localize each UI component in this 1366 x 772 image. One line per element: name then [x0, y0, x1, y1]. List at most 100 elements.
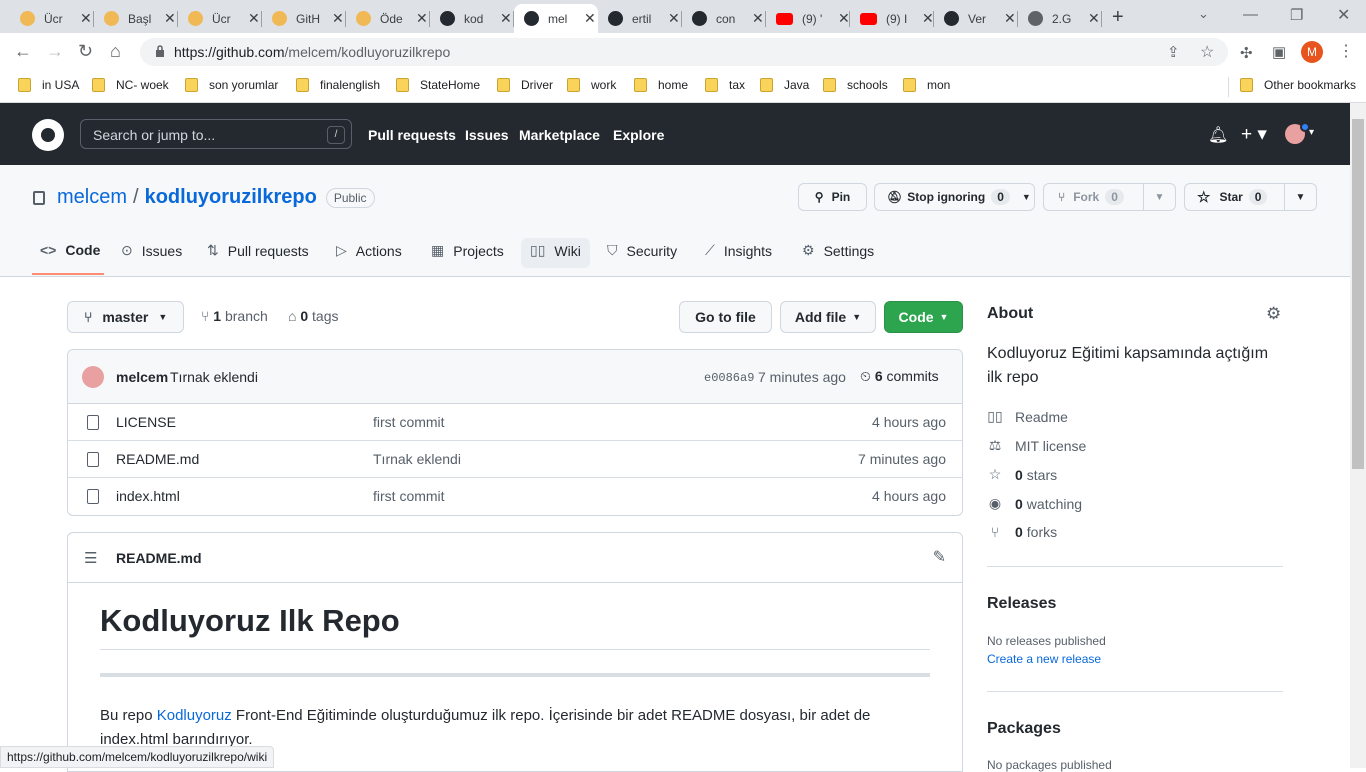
watch-button[interactable]: 🔕︎ Stop ignoring 0 ▼ — [874, 183, 1035, 211]
close-tab-icon[interactable]: ✕ — [1088, 10, 1100, 27]
avatar-caret-icon[interactable]: ▾ — [1309, 127, 1314, 138]
tab-code[interactable]: <> Code — [40, 242, 100, 258]
bookmark-item[interactable]: tax — [705, 78, 745, 92]
close-tab-icon[interactable]: ✕ — [1004, 10, 1016, 27]
forks-link[interactable]: ⑂ 0 forks — [987, 524, 1057, 540]
readme-link[interactable]: ▯▯ Readme — [987, 408, 1068, 425]
github-logo-icon[interactable] — [32, 119, 64, 151]
extensions-icon[interactable]: ✣ — [1240, 44, 1253, 62]
list-icon[interactable]: ☰ — [84, 549, 97, 567]
tab-security[interactable]: ⛉ Security — [607, 242, 677, 259]
browser-tab[interactable]: con ✕ — [682, 4, 766, 33]
browser-tab[interactable]: kod ✕ — [430, 4, 514, 33]
address-bar[interactable]: https://github.com/melcem/kodluyoruzilkr… — [140, 38, 1228, 66]
forward-icon[interactable]: → — [46, 41, 64, 62]
pin-button[interactable]: ⚲ Pin — [798, 183, 867, 211]
browser-menu-icon[interactable]: ⋮ — [1338, 41, 1354, 61]
back-icon[interactable]: ← — [14, 41, 32, 62]
close-tab-icon[interactable]: ✕ — [922, 10, 934, 27]
file-name[interactable]: README.md — [116, 451, 199, 467]
other-bookmarks[interactable]: Other bookmarks — [1240, 78, 1356, 92]
restore-icon[interactable]: ❐ — [1290, 6, 1303, 24]
star-dropdown[interactable]: ▼ — [1284, 184, 1316, 210]
go-to-file-button[interactable]: Go to file — [679, 301, 772, 333]
profile-avatar[interactable]: M — [1301, 41, 1323, 63]
tab-projects[interactable]: ▦ Projects — [431, 242, 504, 259]
close-tab-icon[interactable]: ✕ — [332, 10, 344, 27]
bookmark-item[interactable]: mon — [903, 78, 950, 92]
browser-tab[interactable]: Başl ✕ — [94, 4, 178, 33]
author-avatar[interactable] — [82, 366, 104, 388]
file-name[interactable]: LICENSE — [116, 414, 176, 430]
nav-marketplace[interactable]: Marketplace — [519, 127, 600, 143]
packages-title[interactable]: Packages — [987, 720, 1061, 738]
create-release-link[interactable]: Create a new release — [987, 652, 1101, 666]
browser-tab[interactable]: Ver ✕ — [934, 4, 1018, 33]
gear-icon[interactable]: ⚙ — [1266, 304, 1281, 324]
scrollbar-thumb[interactable] — [1352, 119, 1364, 469]
home-icon[interactable]: ⌂ — [110, 41, 121, 62]
browser-tab[interactable]: Öde ✕ — [346, 4, 430, 33]
close-tab-icon[interactable]: ✕ — [248, 10, 260, 27]
bookmark-item[interactable]: Java — [760, 78, 809, 92]
browser-tab[interactable]: GitH ✕ — [262, 4, 346, 33]
browser-tab[interactable]: Ücr ✕ — [10, 4, 94, 33]
bookmark-item[interactable]: in USA — [18, 78, 79, 92]
share-icon[interactable]: ⇪ — [1167, 43, 1180, 61]
browser-tab[interactable]: mel ✕ — [514, 4, 598, 33]
tags-link[interactable]: ⌂ 0 tags — [288, 308, 339, 324]
tab-pull-requests[interactable]: ⇅ Pull requests — [207, 242, 309, 259]
close-tab-icon[interactable]: ✕ — [80, 10, 92, 27]
file-commit-message[interactable]: Tırnak eklendi — [373, 451, 461, 467]
browser-tab[interactable]: Ücr ✕ — [178, 4, 262, 33]
close-tab-icon[interactable]: ✕ — [500, 10, 512, 27]
tab-wiki[interactable]: ▯▯ Wiki — [530, 242, 581, 259]
new-tab-icon[interactable]: + — [1112, 6, 1124, 29]
nav-explore[interactable]: Explore — [613, 127, 664, 143]
tab-actions[interactable]: ▷ Actions — [336, 242, 402, 259]
fork-button[interactable]: ⑂ Fork 0 ▼ — [1043, 183, 1176, 211]
commits-link[interactable]: ⏲ 6 commits — [860, 368, 939, 385]
browser-tab[interactable]: 2.G ✕ — [1018, 4, 1102, 33]
bookmark-item[interactable]: NC- woek — [92, 78, 169, 92]
branch-select-button[interactable]: ⑂ master ▼ — [67, 301, 184, 333]
bell-icon[interactable]: 🔔︎ — [1208, 125, 1228, 145]
bookmark-item[interactable]: home — [634, 78, 688, 92]
scrollbar[interactable] — [1350, 103, 1366, 768]
reload-icon[interactable]: ↻ — [78, 41, 93, 62]
branches-link[interactable]: ⑂ 1 branch — [201, 308, 268, 324]
close-tab-icon[interactable]: ✕ — [164, 10, 176, 27]
bookmark-item[interactable]: StateHome — [396, 78, 480, 92]
file-commit-message[interactable]: first commit — [373, 488, 445, 504]
fork-dropdown[interactable]: ▼ — [1143, 184, 1175, 210]
nav-pull-requests[interactable]: Pull requests — [368, 127, 456, 143]
releases-title[interactable]: Releases — [987, 595, 1056, 613]
commit-message[interactable]: Tırnak eklendi — [170, 369, 258, 385]
browser-tab[interactable]: ertil ✕ — [598, 4, 682, 33]
file-name[interactable]: index.html — [116, 488, 180, 504]
close-window-icon[interactable]: ✕ — [1337, 5, 1350, 25]
plus-dropdown-icon[interactable]: + ▾ — [1241, 123, 1267, 146]
search-input[interactable]: Search or jump to... / — [80, 119, 352, 149]
close-tab-icon[interactable]: ✕ — [752, 10, 764, 27]
close-tab-icon[interactable]: ✕ — [668, 10, 680, 27]
bookmark-star-icon[interactable]: ☆ — [1200, 42, 1214, 62]
minimize-icon[interactable]: — — [1243, 6, 1258, 23]
browser-tab[interactable]: (9) I ✕ — [850, 4, 934, 33]
add-file-button[interactable]: Add file ▼ — [780, 301, 876, 333]
pencil-icon[interactable]: ✎ — [933, 547, 946, 567]
nav-issues[interactable]: Issues — [465, 127, 509, 143]
tab-issues[interactable]: ⊙ Issues — [121, 242, 182, 259]
close-tab-icon[interactable]: ✕ — [416, 10, 428, 27]
browser-tab[interactable]: (9) ' ✕ — [766, 4, 850, 33]
close-tab-icon[interactable]: ✕ — [838, 10, 850, 27]
bookmark-item[interactable]: Driver — [497, 78, 553, 92]
tab-insights[interactable]: ⟋ Insights — [705, 242, 772, 259]
repo-owner-link[interactable]: melcem — [57, 186, 127, 209]
stars-link[interactable]: ☆ 0 stars — [987, 466, 1057, 483]
license-link[interactable]: ⚖ MIT license — [987, 437, 1087, 454]
watching-link[interactable]: ◉ 0 watching — [987, 495, 1082, 512]
file-commit-message[interactable]: first commit — [373, 414, 445, 430]
kodluyoruz-link[interactable]: Kodluyoruz — [157, 707, 232, 724]
side-panel-icon[interactable]: ▣ — [1272, 43, 1286, 61]
